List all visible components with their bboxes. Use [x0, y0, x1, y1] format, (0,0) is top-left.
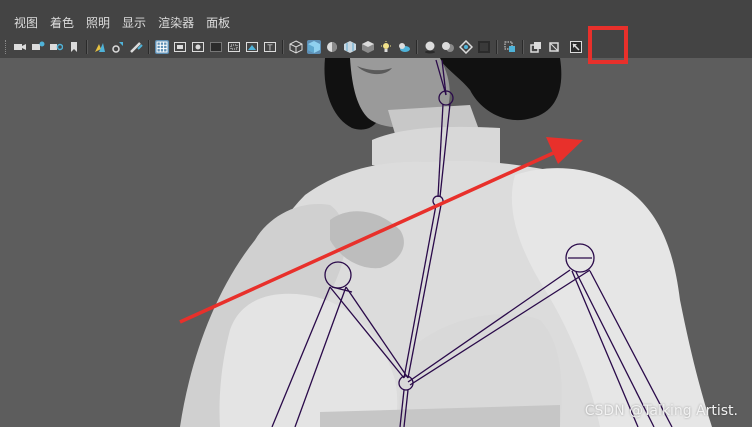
panel-toolbar: T — [0, 36, 752, 58]
depth-of-field-icon[interactable] — [459, 40, 473, 54]
field-chart-icon[interactable] — [227, 40, 241, 54]
character-model-scene[interactable] — [0, 58, 752, 427]
wireframe-icon[interactable] — [289, 40, 303, 54]
xray-active-components-icon[interactable] — [529, 40, 543, 54]
menu-lighting[interactable]: 照明 — [80, 10, 116, 36]
toolbar-separator — [416, 40, 418, 54]
annotation-arrow-head — [546, 137, 583, 164]
menu-renderer[interactable]: 渲染器 — [152, 10, 200, 36]
highlight-box — [588, 26, 628, 64]
toolbar-separator — [282, 40, 284, 54]
shadows-icon[interactable] — [379, 40, 393, 54]
svg-text:T: T — [267, 44, 273, 53]
grease-pencil-icon[interactable] — [111, 40, 125, 54]
camera-attributes-icon[interactable] — [31, 40, 45, 54]
pencil-icon[interactable] — [129, 40, 143, 54]
anti-aliasing-icon[interactable] — [441, 40, 455, 54]
2d-pan-zoom-icon[interactable] — [93, 40, 107, 54]
resolution-gate-icon[interactable] — [191, 40, 205, 54]
menu-view[interactable]: 视图 — [8, 10, 44, 36]
menu-panels[interactable]: 面板 — [200, 10, 236, 36]
toolbar-grip[interactable] — [5, 40, 8, 54]
xray-icon[interactable] — [503, 40, 517, 54]
toolbar-separator — [86, 40, 88, 54]
camera-view-icon[interactable] — [547, 40, 561, 54]
window-title-strip — [0, 0, 752, 10]
menu-show[interactable]: 显示 — [116, 10, 152, 36]
motion-blur-icon[interactable] — [423, 40, 437, 54]
gate-mask-icon[interactable] — [209, 40, 223, 54]
default-material-icon[interactable] — [325, 40, 339, 54]
grid-icon[interactable] — [155, 40, 169, 54]
bookmark-icon[interactable] — [49, 40, 63, 54]
camera-icon[interactable] — [13, 40, 27, 54]
film-gate-icon[interactable] — [173, 40, 187, 54]
textured-icon[interactable] — [343, 40, 357, 54]
toolbar-separator — [148, 40, 150, 54]
smooth-shade-icon[interactable] — [307, 40, 321, 54]
xray-joints-icon[interactable] — [569, 40, 583, 54]
3d-viewport[interactable]: CSDN @Talking Artist. — [0, 58, 752, 427]
menu-shading[interactable]: 着色 — [44, 10, 80, 36]
image-plane-icon[interactable] — [67, 40, 81, 54]
isolate-select-icon[interactable] — [477, 40, 491, 54]
panel-menu-bar: 视图 着色 照明 显示 渲染器 面板 — [0, 10, 752, 36]
safe-action-icon[interactable] — [245, 40, 259, 54]
toolbar-separator — [496, 40, 498, 54]
toolbar-separator — [522, 40, 524, 54]
safe-title-icon[interactable]: T — [263, 40, 277, 54]
use-all-lights-icon[interactable] — [361, 40, 375, 54]
ambient-occlusion-icon[interactable] — [397, 40, 411, 54]
watermark: CSDN @Talking Artist. — [584, 403, 738, 419]
